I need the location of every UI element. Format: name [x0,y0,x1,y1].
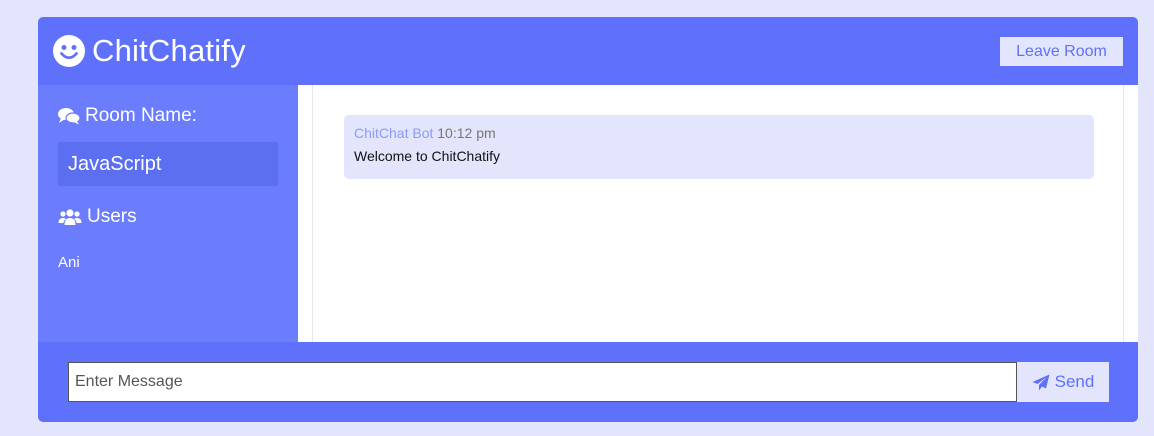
chat-message: ChitChat Bot 10:12 pm Welcome to ChitCha… [344,115,1094,179]
leave-room-button[interactable]: Leave Room [1000,37,1123,66]
chat-app: ChitChatify Leave Room Room Name: JavaSc… [38,17,1138,422]
users-heading: Users [58,205,137,229]
sidebar: Room Name: JavaScript Users Ani [38,85,298,342]
paper-plane-icon [1032,374,1050,390]
message-username: ChitChat Bot [354,125,434,141]
message-time: 10:12 pm [437,125,496,141]
comments-icon [58,108,80,125]
chat-messages-area[interactable]: ChitChat Bot 10:12 pm Welcome to ChitCha… [298,85,1138,342]
room-name-heading-label: Room Name: [85,105,197,126]
message-text: Welcome to ChitChatify [354,148,501,164]
header: ChitChatify Leave Room [38,17,1138,85]
chat-messages-panel: ChitChat Bot 10:12 pm Welcome to ChitCha… [312,85,1124,342]
message-composer: Send [38,342,1138,422]
app-title: ChitChatify [92,33,246,68]
users-heading-label: Users [87,206,137,227]
message-meta: ChitChat Bot 10:12 pm [354,125,1084,142]
send-button[interactable]: Send [1017,362,1109,402]
user-list-item: Ani [58,254,80,271]
message-input[interactable] [68,362,1017,402]
send-button-label: Send [1054,372,1095,391]
smiley-face-icon [53,35,85,67]
users-icon [58,209,82,225]
room-name-value: JavaScript [58,142,278,186]
room-name-heading: Room Name: [58,104,197,128]
